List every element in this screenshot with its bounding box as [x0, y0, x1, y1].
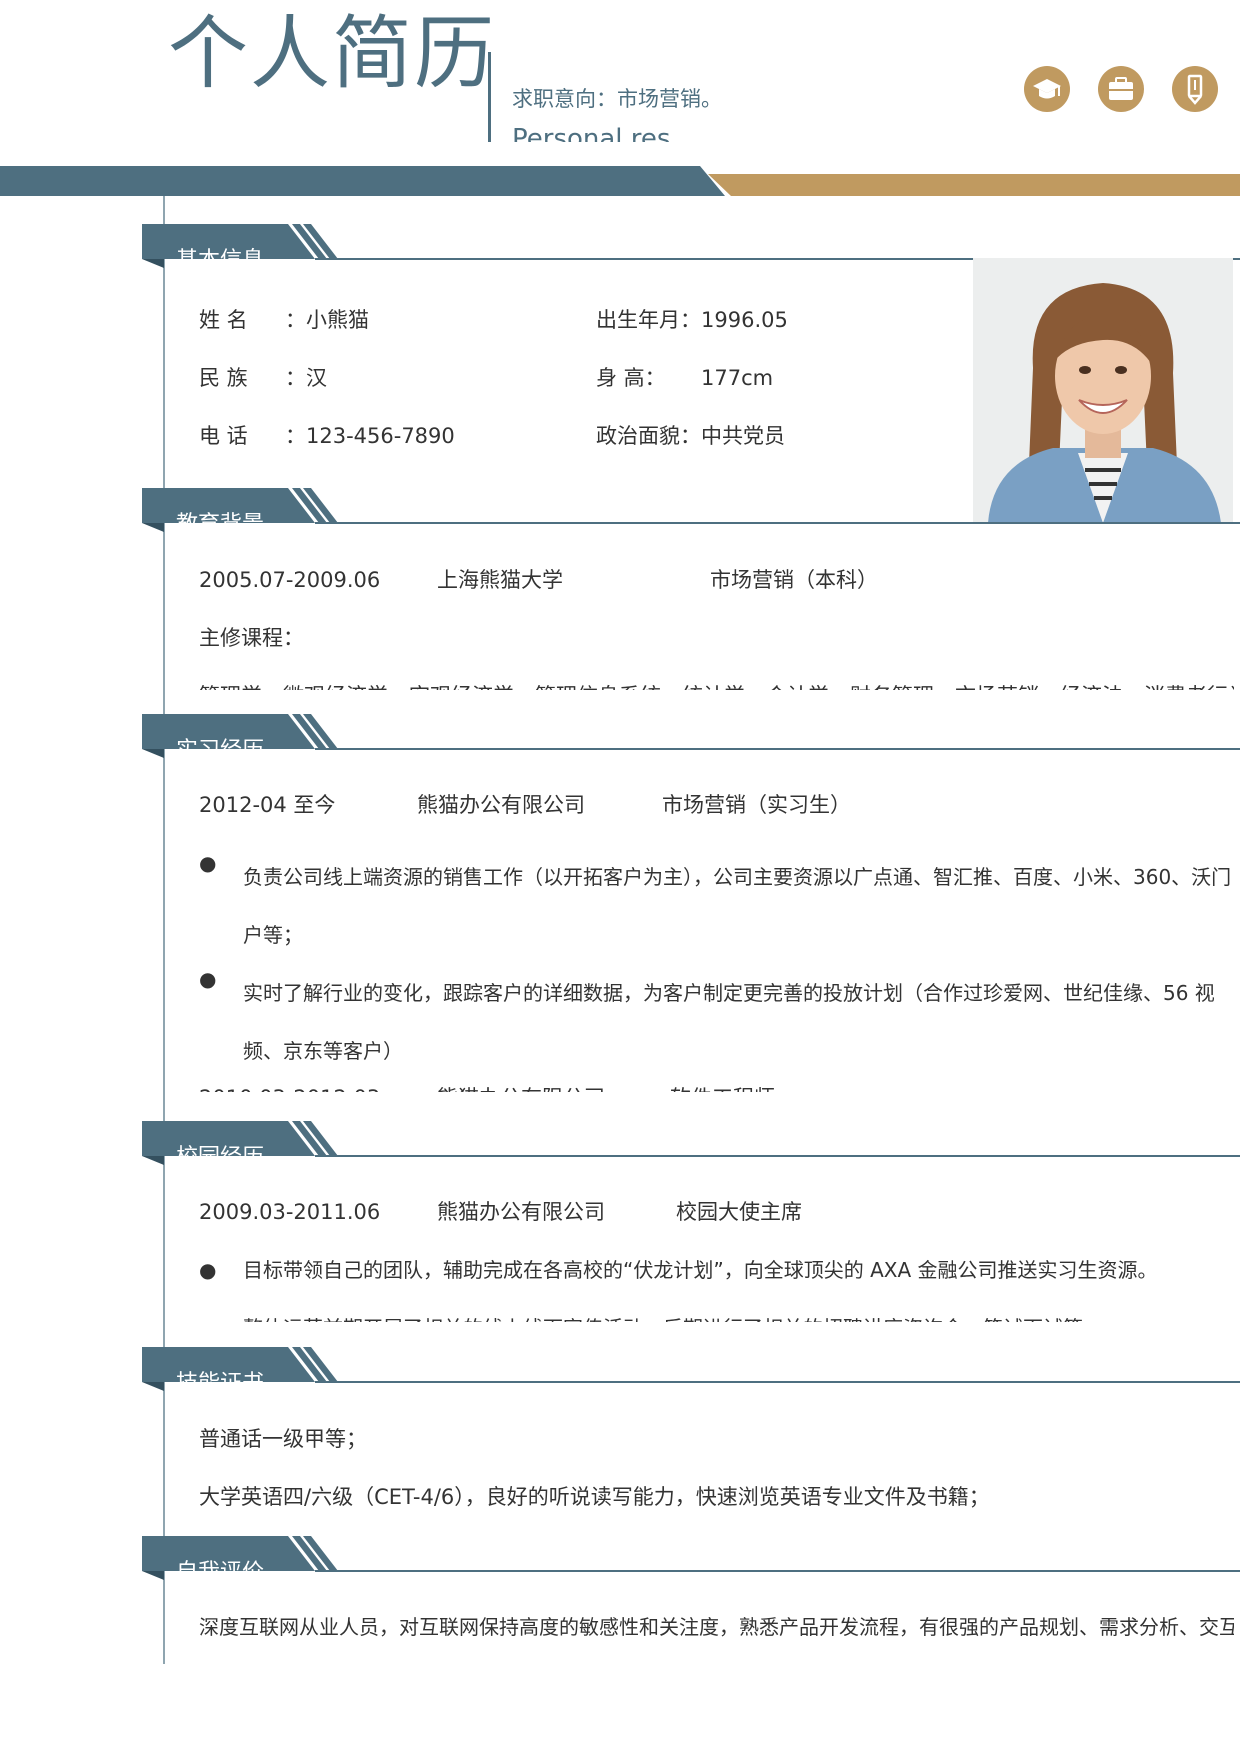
education-period: 2005.07-2009.06 [199, 568, 381, 592]
internship-company-2: 熊猫办公有限公司 [437, 1083, 637, 1092]
politics-label: 政治面貌： [596, 424, 701, 448]
politics-value: 中共党员 [701, 424, 785, 448]
job-target: 求职意向：市场营销。 [512, 87, 722, 111]
section-line [315, 1570, 1240, 1572]
section-title-skills: 技能证书 [176, 1369, 286, 1382]
skill-item: 大学英语四/六级（CET-4/6），良好的听说读写能力，快速浏览英语专业文件及书… [199, 1485, 990, 1509]
page-title: 个人简历 [168, 7, 496, 100]
name-label: 姓 名 [199, 308, 248, 332]
header-band [0, 166, 1240, 196]
height-value: 177cm [701, 366, 774, 390]
education-school: 上海熊猫大学 [437, 568, 563, 592]
subtitle: Personal resume [512, 124, 672, 142]
campus-bullet-2: 整体运营前期开展了相关的线上线下宣传活动，后期进行了相关的招聘讲座咨询会、笔试面… [243, 1313, 1233, 1322]
section-line [315, 1155, 1240, 1157]
section-line [315, 1381, 1240, 1383]
title-divider [488, 52, 491, 142]
name-value: ：小熊猫 [285, 308, 369, 332]
campus-company: 熊猫办公有限公司 [437, 1200, 605, 1224]
internship-company: 熊猫办公有限公司 [417, 793, 585, 817]
campus-period: 2009.03-2011.06 [199, 1200, 381, 1224]
bullet-dot: ● [199, 967, 217, 991]
profile-photo [973, 258, 1233, 523]
height-label: 身 高： [596, 366, 666, 390]
courses-text: 管理学、微观经济学、宏观经济学、管理信息系统、统计学、会计学、财务管理、市场营销… [199, 681, 1234, 690]
bullet-dot: ● [199, 851, 217, 875]
campus-role: 校园大使主席 [676, 1200, 802, 1224]
internship-bullet-1: 负责公司线上端资源的销售工作（以开拓客户为主），公司主要资源以广点通、智汇推、百… [243, 865, 1232, 947]
section-title-internship: 实习经历 [176, 736, 286, 749]
internship-bullet-2: 实时了解行业的变化，跟踪客户的详细数据，为客户制定更完善的投放计划（合作过珍爱网… [243, 981, 1215, 1063]
internship-role-2: 软件工程师 [670, 1083, 830, 1092]
skill-item: 普通话一级甲等； [199, 1427, 367, 1451]
birth-value: 1996.05 [701, 308, 788, 332]
section-line [315, 522, 1240, 524]
section-title-education: 教育背景 [176, 510, 286, 523]
internship-period: 2012-04 至今 [199, 793, 336, 817]
education-major: 市场营销（本科） [710, 568, 878, 592]
graduation-cap-icon [1024, 66, 1070, 112]
ethnicity-label: 民 族 [199, 366, 248, 390]
briefcase-icon [1098, 66, 1144, 112]
internship-role: 市场营销（实习生） [662, 793, 851, 817]
birth-label: 出生年月： [596, 308, 701, 332]
pen-icon [1172, 66, 1218, 112]
section-title-campus: 校园经历 [176, 1143, 286, 1156]
self-eval-text: 深度互联网从业人员，对互联网保持高度的敏感性和关注度，熟悉产品开发流程，有很强的… [199, 1615, 1234, 1639]
section-title-self-eval: 自我评价 [176, 1558, 286, 1571]
section-line [315, 748, 1240, 750]
courses-label: 主修课程： [199, 626, 304, 650]
campus-bullet-1: 目标带领自己的团队，辅助完成在各高校的“伏龙计划”，向全球顶尖的 AXA 金融公… [243, 1258, 1158, 1282]
internship-period-2: 2010.03-2012.03 [199, 1083, 419, 1092]
section-title-basic: 基本信息 [176, 246, 286, 259]
bullet-dot: ● [199, 1258, 217, 1282]
phone-label: 电 话 [199, 424, 248, 448]
phone-value: ：123-456-7890 [285, 424, 455, 448]
ethnicity-value: ：汉 [285, 366, 327, 390]
timeline-line [163, 196, 165, 1664]
